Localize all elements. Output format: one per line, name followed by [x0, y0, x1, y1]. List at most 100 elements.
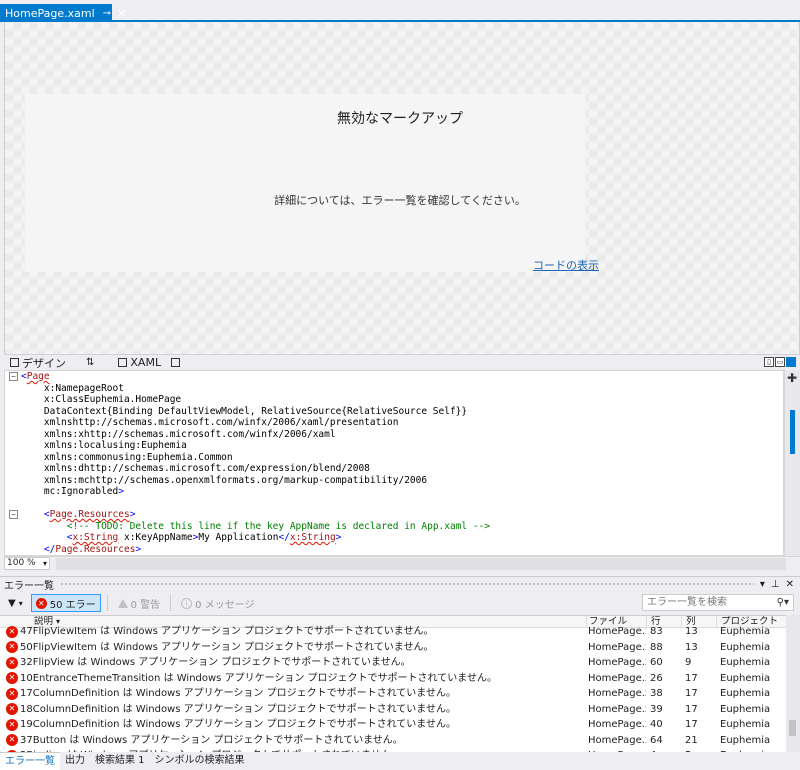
code-line[interactable]: <x:String x:KeyAppName>My Application</x… — [11, 532, 490, 544]
row-project: Euphemia — [720, 641, 771, 653]
collapse-pane-button[interactable] — [786, 357, 796, 367]
code-line[interactable]: xmlns:localusing:Euphemia — [11, 440, 490, 452]
table-row[interactable]: ✕ 10 EntranceThemeTransition は Windows アプ… — [0, 671, 786, 687]
code-line[interactable]: <!-- TODO: Delete this line if the key A… — [11, 521, 490, 533]
row-number: 10 — [20, 672, 33, 684]
table-row[interactable]: ✕ 32 FlipView は Windows アプリケーション プロジェクトでサ… — [0, 655, 786, 671]
code-line[interactable]: DataContext{Binding DefaultViewModel, Re… — [11, 406, 490, 418]
messages-filter-button[interactable]: i 0 メッセージ — [177, 594, 258, 612]
document-tab-homepage[interactable]: HomePage.xaml ⊸ ✕ — [0, 4, 126, 22]
editor-vertical-scrollbar[interactable] — [784, 370, 800, 556]
table-row[interactable]: ✕ 50 FlipViewItem は Windows アプリケーション プロジェ… — [0, 640, 786, 656]
pin-icon[interactable]: ⊥ — [771, 579, 780, 590]
xaml-only-button[interactable] — [171, 358, 183, 367]
chevron-down-icon[interactable]: ▾ — [760, 579, 765, 590]
table-row[interactable]: ✕ 19 ColumnDefinition は Windows アプリケーション … — [0, 717, 786, 733]
code-line[interactable]: xmlns:dhttp://schemas.microsoft.com/expr… — [11, 463, 490, 475]
row-message: ColumnDefinition は Windows アプリケーション プロジェ… — [32, 688, 457, 699]
row-project: Euphemia — [720, 657, 771, 668]
table-row[interactable]: ✕ 18 ColumnDefinition は Windows アプリケーション … — [0, 702, 786, 718]
tool-tab[interactable]: シンボルの検索結果 — [150, 752, 250, 770]
search-icon[interactable]: ⚲▾ — [777, 595, 789, 610]
row-message: Button は Windows アプリケーション プロジェクトでサポートされて… — [32, 734, 403, 746]
row-number: 17 — [20, 688, 33, 699]
tab-xaml-label: XAML — [130, 356, 162, 369]
error-list-scroll-thumb[interactable] — [789, 720, 796, 736]
error-list-toolbar: ▼ ▾ ✕ 50 エラー 0 警告 i 0 メッセージ エラー一覧を検索 ⚲▾ — [0, 591, 800, 615]
row-number: 50 — [20, 641, 33, 653]
code-line[interactable]: <Page − — [9, 371, 490, 383]
code-line[interactable]: xmlns:xhttp://schemas.microsoft.com/winf… — [11, 429, 490, 441]
code-lines: <Page − x:NamepageRoot x:ClassEuphemia.Ho… — [9, 371, 490, 556]
view-code-link[interactable]: コードの表示 — [533, 257, 599, 273]
code-line[interactable]: xmlnshttp://schemas.microsoft.com/winfx/… — [11, 417, 490, 429]
row-message: FlipViewItem は Windows アプリケーション プロジェクトでサ… — [32, 626, 434, 637]
error-icon: ✕ — [6, 687, 18, 700]
error-list-search-input[interactable]: エラー一覧を検索 ⚲▾ — [642, 594, 794, 611]
error-icon: ✕ — [6, 625, 18, 638]
error-rows: ✕ 47 FlipViewItem は Windows アプリケーション プロジェ… — [0, 624, 786, 752]
collapse-region-icon[interactable]: − — [9, 372, 18, 381]
editor-horizontal-scrollbar[interactable] — [56, 557, 786, 570]
error-icon: ✕ — [35, 597, 47, 609]
tool-tab[interactable]: 検索結果 1 — [90, 752, 150, 770]
row-description: ✕ 37 Button は Windows アプリケーション プロジェクトでサポー… — [0, 733, 586, 749]
swap-icon: ⇅ — [86, 357, 95, 368]
document-tab-title: HomePage.xaml — [5, 6, 95, 20]
titlebar-grip[interactable] — [60, 581, 754, 587]
row-description: ✕ 32 FlipView は Windows アプリケーション プロジェクトでサ… — [0, 655, 586, 671]
error-icon: ✕ — [6, 734, 18, 747]
row-message: ColumnDefinition は Windows アプリケーション プロジェ… — [32, 703, 457, 715]
error-icon: ✕ — [6, 718, 18, 731]
code-line[interactable]: mc:Ignorabled> — [11, 486, 490, 498]
row-file: HomePage.xaml — [588, 672, 646, 684]
errors-filter-button[interactable]: ✕ 50 エラー — [30, 594, 101, 612]
design-surface[interactable]: 無効なマークアップ 詳細については、エラー一覧を確認してください。 コードの表示 — [4, 22, 800, 354]
vertical-split-button[interactable]: ▯ — [764, 357, 774, 367]
editor-scroll-thumb[interactable] — [790, 410, 795, 454]
close-icon[interactable]: ✕ — [786, 579, 794, 590]
design-xaml-split-bar: デザイン ⇅ XAML ▯ ▭ — [4, 354, 800, 370]
row-description: ✕ 17 ColumnDefinition は Windows アプリケーション … — [0, 686, 586, 702]
xaml-code-editor[interactable]: <Page − x:NamepageRoot x:ClassEuphemia.Ho… — [4, 370, 784, 556]
warnings-filter-button[interactable]: 0 警告 — [114, 594, 165, 612]
tab-xaml[interactable]: XAML — [118, 356, 161, 369]
error-list-title: エラー一覧 — [4, 580, 54, 592]
row-column: 17 — [685, 688, 698, 699]
code-line[interactable]: </Page.Resources> — [11, 544, 490, 556]
row-project: Euphemia — [720, 672, 771, 684]
row-number: 47 — [20, 626, 33, 637]
code-line[interactable] — [11, 498, 490, 510]
row-message: FlipViewItem は Windows アプリケーション プロジェクトでサ… — [32, 641, 434, 653]
tab-design[interactable]: デザイン — [10, 355, 66, 371]
row-message: EntranceThemeTransition は Windows アプリケーシ… — [32, 672, 497, 684]
swap-panes-button[interactable]: ⇅ — [86, 357, 94, 368]
row-file: HomePage.xaml — [588, 641, 646, 653]
warnings-filter-label: 0 警告 — [130, 599, 161, 611]
xaml-icon — [118, 358, 128, 367]
code-line[interactable]: x:ClassEuphemia.HomePage — [11, 394, 490, 406]
document-outline-icon — [171, 358, 181, 367]
code-line[interactable]: <Page.Resources> − — [9, 509, 490, 521]
tool-tab[interactable]: 出力 — [60, 752, 90, 770]
tool-tab[interactable]: エラー一覧 — [0, 752, 60, 770]
chevron-down-icon: ▾ — [18, 598, 23, 608]
row-line: 83 — [650, 626, 663, 637]
code-line[interactable]: x:NamepageRoot — [11, 383, 490, 395]
code-line[interactable]: xmlns:mchttp://schemas.openxmlformats.or… — [11, 475, 490, 487]
collapse-region-icon[interactable]: − — [9, 510, 18, 519]
table-row[interactable]: ✕ 17 ColumnDefinition は Windows アプリケーション … — [0, 686, 786, 702]
row-description: ✕ 19 ColumnDefinition は Windows アプリケーション … — [0, 717, 586, 733]
horizontal-split-button[interactable]: ▭ — [775, 357, 785, 367]
zoom-dropdown[interactable]: 100 % — [4, 557, 50, 570]
table-row[interactable]: ✕ 47 FlipViewItem は Windows アプリケーション プロジェ… — [0, 624, 786, 640]
filter-dropdown[interactable]: ▼ ▾ — [8, 598, 23, 609]
close-icon[interactable]: ✕ — [117, 7, 126, 20]
row-file: HomePage.xaml — [588, 657, 646, 668]
table-row[interactable]: ✕ 37 Button は Windows アプリケーション プロジェクトでサポー… — [0, 733, 786, 749]
row-project: Euphemia — [720, 703, 771, 715]
pin-icon[interactable]: ⊸ — [103, 8, 111, 19]
split-editor-icon[interactable]: ✚ — [786, 372, 798, 384]
code-line[interactable]: xmlns:commonusing:Euphemia.Common — [11, 452, 490, 464]
row-file: HomePage.xaml — [588, 688, 646, 699]
